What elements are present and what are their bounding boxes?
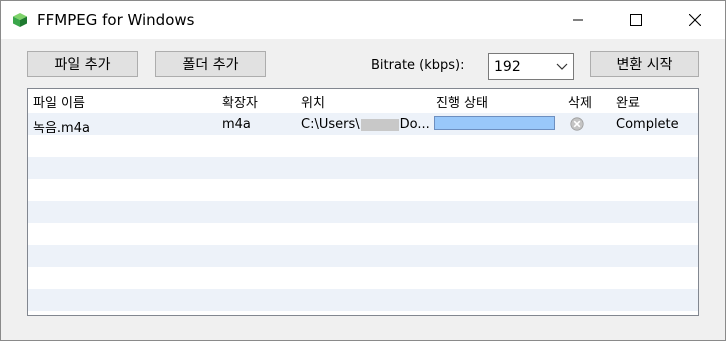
- location-prefix: C:\Users\: [301, 117, 360, 132]
- add-file-button[interactable]: 파일 추가: [27, 51, 138, 77]
- column-header-progress[interactable]: 진행 상태: [436, 92, 488, 111]
- complete-status-cell: Complete: [616, 117, 679, 132]
- file-list[interactable]: 파일 이름 확장자 위치 진행 상태 삭제 완료 녹음.m4a m4a C:\U…: [27, 88, 699, 316]
- window-title: FFMPEG for Windows: [37, 11, 195, 29]
- app-window: FFMPEG for Windows 파일 추가 폴더 추가 Bitrate (…: [0, 0, 726, 341]
- empty-row-stripe: [28, 201, 698, 223]
- file-name-cell: 녹음.m4a: [33, 121, 90, 136]
- column-header-location[interactable]: 위치: [301, 92, 325, 111]
- empty-row-stripe: [28, 245, 698, 267]
- list-header: 파일 이름 확장자 위치 진행 상태 삭제 완료: [28, 89, 698, 112]
- empty-row-stripe: [28, 157, 698, 179]
- maximize-button[interactable]: [613, 1, 659, 39]
- bitrate-value: 192: [494, 59, 521, 75]
- redacted-username: [360, 118, 399, 131]
- column-header-name[interactable]: 파일 이름: [33, 92, 85, 111]
- close-icon: [689, 14, 701, 26]
- progress-bar: [434, 116, 555, 130]
- chevron-down-icon: [556, 63, 568, 70]
- extension-cell: m4a: [222, 117, 251, 132]
- table-row[interactable]: 녹음.m4a m4a C:\Users\ Do... Complete: [28, 113, 698, 136]
- column-header-extension[interactable]: 확장자: [222, 92, 258, 111]
- minimize-button[interactable]: [555, 1, 601, 39]
- app-cube-icon: [13, 13, 27, 27]
- close-button[interactable]: [672, 1, 718, 39]
- location-cell: C:\Users\ Do...: [301, 117, 430, 132]
- start-conversion-button[interactable]: 변환 시작: [590, 51, 699, 77]
- maximize-icon: [630, 14, 642, 26]
- column-header-complete[interactable]: 완료: [616, 92, 640, 111]
- delete-icon[interactable]: [570, 117, 584, 131]
- title-bar[interactable]: FFMPEG for Windows: [1, 1, 725, 39]
- empty-row-stripe: [28, 289, 698, 311]
- bitrate-label: Bitrate (kbps):: [371, 58, 465, 73]
- location-suffix: Do...: [399, 117, 430, 132]
- column-header-delete[interactable]: 삭제: [568, 92, 592, 111]
- add-folder-button[interactable]: 폴더 추가: [155, 51, 266, 77]
- minimize-icon: [573, 19, 583, 21]
- bitrate-select[interactable]: 192: [488, 53, 574, 80]
